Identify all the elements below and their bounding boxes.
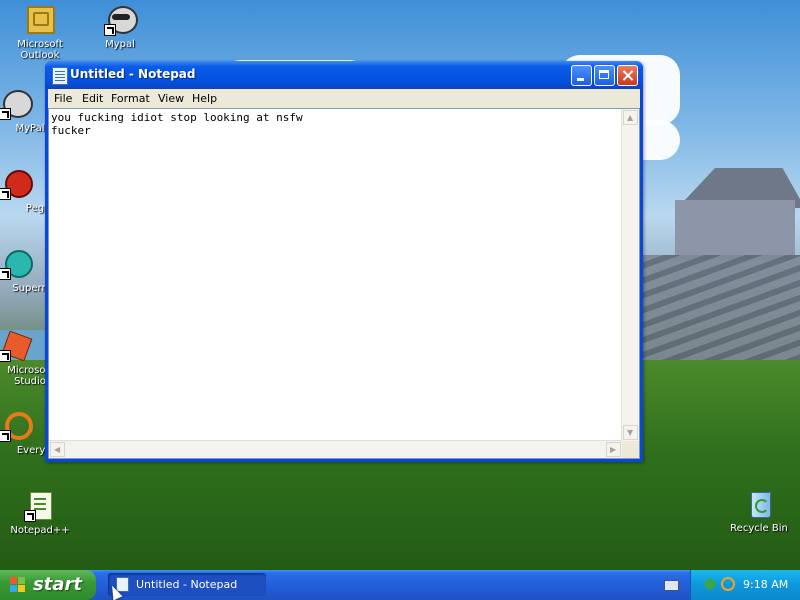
scroll-left-button[interactable]: ◀ [50, 442, 65, 457]
maximize-button[interactable] [594, 65, 615, 86]
desktop-icon-notepadpp[interactable]: Notepad++ [0, 490, 80, 536]
notepad-icon [52, 67, 68, 85]
recycle-bin-icon [743, 488, 775, 520]
desktop-icon-label: Recycle Bin [730, 523, 788, 534]
vertical-scrollbar[interactable]: ▲ ▼ [621, 109, 639, 441]
desktop-icon-label: Microsoft Outlook [17, 39, 63, 61]
menu-file[interactable]: File [54, 92, 72, 105]
menu-help[interactable]: Help [192, 92, 217, 105]
editor-content[interactable]: you fucking idiot stop looking at nsfw f… [51, 111, 621, 439]
size-grip[interactable] [622, 441, 639, 458]
outlook-icon [24, 4, 56, 36]
everything-icon [0, 410, 33, 442]
mypal-icon [0, 88, 33, 120]
chevron-down-icon: ▼ [627, 428, 634, 437]
close-button[interactable] [617, 65, 638, 86]
desktop-icon-recycle-bin[interactable]: Recycle Bin [719, 488, 799, 534]
scroll-down-button[interactable]: ▼ [623, 425, 638, 440]
peg-icon [0, 168, 33, 200]
windows-logo-icon [10, 577, 26, 593]
clock[interactable]: 9:18 AM [743, 578, 788, 591]
mypal-icon [104, 4, 138, 36]
desktop-icon-label: Notepad++ [10, 525, 70, 536]
menu-bar: File Edit Format View Help [48, 89, 640, 108]
house-wall [675, 200, 795, 260]
network-icon[interactable] [703, 577, 717, 591]
horizontal-scrollbar[interactable]: ◀ ▶ [49, 440, 622, 458]
desktop-icon-mypal[interactable]: Mypal [80, 4, 160, 50]
notepad-window[interactable]: Untitled - Notepad File Edit Format View… [45, 61, 643, 462]
start-button[interactable]: start [0, 570, 96, 600]
search-icon[interactable] [721, 577, 735, 591]
studio-icon [0, 330, 33, 362]
fence [640, 255, 800, 365]
system-tray: 9:18 AM [690, 570, 800, 600]
super-icon [0, 248, 33, 280]
chevron-right-icon: ▶ [610, 445, 617, 454]
notepadpp-icon [24, 490, 56, 522]
title-bar[interactable]: Untitled - Notepad [45, 61, 643, 89]
menu-view[interactable]: View [158, 92, 184, 105]
chevron-up-icon: ▲ [627, 113, 634, 122]
taskbar-button-notepad[interactable]: Untitled - Notepad [108, 573, 266, 596]
text-editor[interactable]: you fucking idiot stop looking at nsfw f… [48, 108, 640, 459]
chevron-left-icon: ◀ [54, 445, 61, 454]
desktop-icon-outlook[interactable]: Microsoft Outlook [0, 4, 80, 61]
menu-edit[interactable]: Edit [82, 92, 103, 105]
keyboard-icon[interactable] [664, 580, 679, 591]
scroll-up-button[interactable]: ▲ [623, 110, 638, 125]
scroll-right-button[interactable]: ▶ [606, 442, 621, 457]
minimize-button[interactable] [571, 65, 592, 86]
start-label: start [33, 574, 82, 595]
desktop-icon-label: Mypal [105, 39, 135, 50]
taskbar-button-label: Untitled - Notepad [136, 578, 238, 591]
menu-format[interactable]: Format [111, 92, 150, 105]
window-title: Untitled - Notepad [70, 67, 196, 81]
